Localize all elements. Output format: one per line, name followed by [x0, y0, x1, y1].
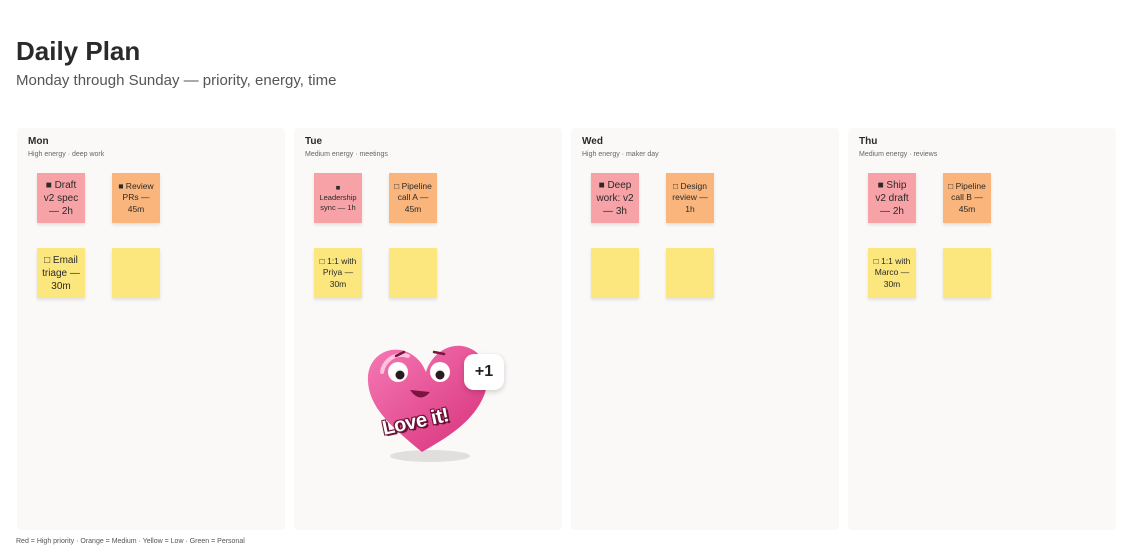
column-title: Mon: [28, 136, 49, 147]
sticky-note[interactable]: ■ Deep work: v2 — 3h: [591, 173, 639, 223]
sticky-note[interactable]: □ Design review — 1h: [666, 173, 714, 223]
page-title: Daily Plan: [16, 36, 141, 66]
sticky-note-empty[interactable]: [943, 248, 991, 298]
column-subtitle: High energy · deep work: [28, 151, 105, 158]
column-subtitle: Medium energy · reviews: [859, 151, 938, 158]
day-column-mon[interactable]: Mon High energy · deep work ■ Draft v2 s…: [17, 128, 285, 530]
reaction-count-badge[interactable]: +1: [464, 354, 504, 390]
sticky-note[interactable]: □ Pipeline call A — 45m: [389, 173, 437, 223]
sticky-note-empty[interactable]: [389, 248, 437, 298]
sticky-note-empty[interactable]: [666, 248, 714, 298]
column-title: Tue: [305, 136, 323, 147]
sticky-note[interactable]: □ Pipeline call B — 45m: [943, 173, 991, 223]
sticky-note-empty[interactable]: [112, 248, 160, 298]
sticky-note[interactable]: ■ Ship v2 draft — 2h: [868, 173, 916, 223]
sticky-note[interactable]: □ Email triage — 30m: [37, 248, 85, 298]
sticky-note[interactable]: ■ Review PRs — 45m: [112, 173, 160, 223]
sticky-note[interactable]: ■ Leadership sync — 1h: [314, 173, 362, 223]
day-column-thu[interactable]: Thu Medium energy · reviews ■ Ship v2 dr…: [848, 128, 1116, 530]
column-subtitle: Medium energy · meetings: [305, 151, 388, 158]
sticky-note-empty[interactable]: [591, 248, 639, 298]
day-column-wed[interactable]: Wed High energy · maker day ■ Deep work:…: [571, 128, 839, 530]
sticky-note[interactable]: ■ Draft v2 spec — 2h: [37, 173, 85, 223]
day-column-tue[interactable]: Tue Medium energy · meetings ■ Leadershi…: [294, 128, 562, 530]
color-legend: Red = High priority · Orange = Medium · …: [16, 538, 245, 545]
page-subtitle: Monday through Sunday — priority, energy…: [16, 72, 337, 89]
column-subtitle: High energy · maker day: [582, 151, 659, 158]
column-title: Wed: [582, 136, 603, 147]
sticky-note[interactable]: □ 1:1 with Marco — 30m: [868, 248, 916, 298]
column-title: Thu: [859, 136, 878, 147]
sticky-note[interactable]: □ 1:1 with Priya — 30m: [314, 248, 362, 298]
